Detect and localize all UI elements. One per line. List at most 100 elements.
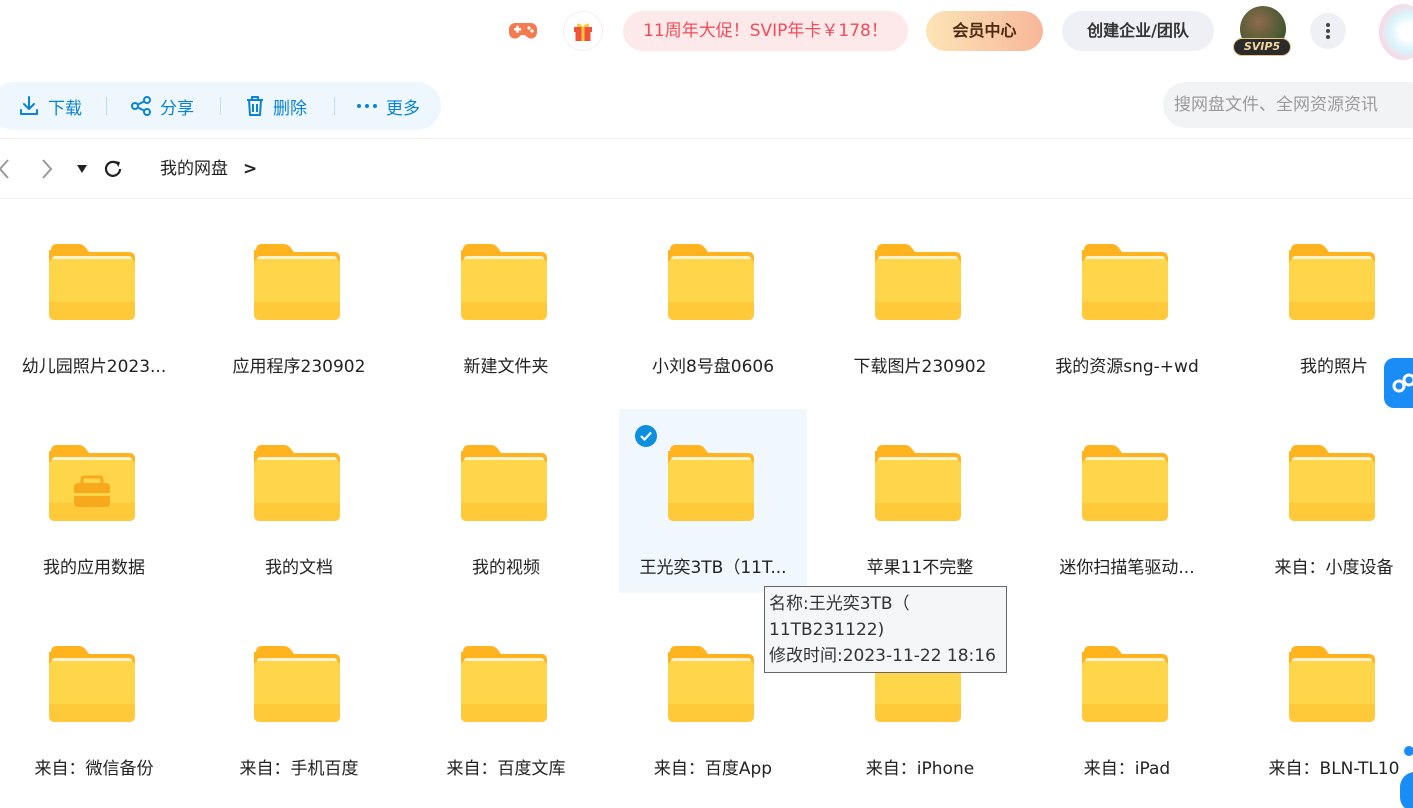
- folder-icon: [1082, 445, 1168, 521]
- gamepad-icon[interactable]: [503, 11, 543, 51]
- file-name: 我的资源sng-+wd: [1055, 357, 1199, 377]
- toolbar-divider: [220, 97, 221, 115]
- svip-badge: SVIP5: [1233, 38, 1291, 56]
- file-item[interactable]: 来自：手机百度: [205, 610, 393, 794]
- file-item[interactable]: 王光奕3TB（11T...: [619, 409, 807, 593]
- more-actions-label: 更多: [386, 98, 420, 119]
- folder-icon: [668, 646, 754, 722]
- folder-icon: [461, 646, 547, 722]
- folder-icon: [1289, 646, 1375, 722]
- divider: [0, 198, 1413, 199]
- folder-icon: [668, 244, 754, 320]
- folder-icon: [1082, 646, 1168, 722]
- file-tooltip: 名称:王光奕3TB（ 11TB231122) 修改时间:2023-11-22 1…: [764, 586, 1007, 673]
- file-item[interactable]: 幼儿园照片2023...: [0, 208, 188, 392]
- file-name: 应用程序230902: [232, 357, 366, 377]
- file-name: 来自：iPad: [1083, 759, 1171, 779]
- file-item[interactable]: 来自：微信备份: [0, 610, 188, 794]
- file-name: 来自：iPhone: [865, 759, 975, 779]
- breadcrumb-root[interactable]: 我的网盘: [160, 148, 228, 190]
- share-icon: [131, 96, 151, 116]
- action-toolbar: 下载 分享 删除 更多: [0, 82, 441, 130]
- folder-icon: [875, 244, 961, 320]
- help-bubble-button[interactable]: [1400, 772, 1413, 808]
- create-team-button[interactable]: 创建企业/团队: [1062, 11, 1214, 51]
- file-name: 来自：微信备份: [34, 759, 154, 779]
- file-name: 来自：小度设备: [1274, 558, 1394, 578]
- checkbox-checked-icon[interactable]: [635, 425, 657, 447]
- gift-icon[interactable]: [563, 11, 603, 51]
- file-item[interactable]: 我的文档: [205, 409, 393, 593]
- divider: [0, 138, 1413, 139]
- file-item[interactable]: 新建文件夹: [412, 208, 600, 392]
- file-item[interactable]: 小刘8号盘0606: [619, 208, 807, 392]
- notification-dot: [1404, 746, 1413, 756]
- file-item[interactable]: 来自：小度设备: [1240, 409, 1413, 593]
- file-name: 我的视频: [472, 558, 540, 578]
- file-name: 我的文档: [265, 558, 333, 578]
- file-item[interactable]: 迷你扫描笔驱动...: [1033, 409, 1221, 593]
- file-name: 我的应用数据: [43, 558, 145, 578]
- file-item[interactable]: 来自：百度文库: [412, 610, 600, 794]
- tooltip-name-continued: 11TB231122): [769, 620, 885, 640]
- file-item[interactable]: 我的视频: [412, 409, 600, 593]
- assistant-orb-icon[interactable]: [1378, 4, 1413, 60]
- netdisk-window: 11周年大促！SVIP年卡￥178！ 会员中心 创建企业/团队 SVIP5 下载…: [0, 0, 1413, 808]
- file-name: 下载图片230902: [853, 357, 987, 377]
- file-item[interactable]: 来自：iPad: [1033, 610, 1221, 794]
- file-name: 苹果11不完整: [866, 558, 974, 578]
- file-item[interactable]: 来自：BLN-TL10: [1240, 610, 1413, 794]
- horizontal-dots-icon: [357, 104, 377, 108]
- file-item[interactable]: 我的应用数据: [0, 409, 188, 593]
- vertical-dots-icon: [1326, 23, 1330, 39]
- back-arrow-icon[interactable]: [0, 148, 14, 190]
- dropdown-triangle-icon[interactable]: [74, 148, 90, 190]
- file-name: 幼儿园照片2023...: [21, 357, 167, 377]
- folder-icon: [49, 646, 135, 722]
- folder-icon: [254, 244, 340, 320]
- folder-icon: [1289, 244, 1375, 320]
- vip-center-button[interactable]: 会员中心: [926, 11, 1043, 51]
- breadcrumb-separator: >: [243, 159, 258, 179]
- file-name: 来自：手机百度: [239, 759, 359, 779]
- download-button[interactable]: 下载: [18, 82, 82, 130]
- folder-icon: [461, 244, 547, 320]
- file-item[interactable]: 我的资源sng-+wd: [1033, 208, 1221, 392]
- forward-arrow-icon[interactable]: [36, 148, 58, 190]
- download-icon: [20, 96, 38, 115]
- folder-icon: [875, 445, 961, 521]
- file-item[interactable]: 苹果11不完整: [826, 409, 1014, 593]
- file-item[interactable]: 下载图片230902: [826, 208, 1014, 392]
- folder-icon: [49, 244, 135, 320]
- folder-icon: [254, 445, 340, 521]
- file-name: 来自：百度文库: [446, 759, 566, 779]
- folder-icon: [1082, 244, 1168, 320]
- promo-banner[interactable]: 11周年大促！SVIP年卡￥178！: [623, 11, 908, 51]
- file-name: 小刘8号盘0606: [651, 357, 775, 377]
- file-name: 新建文件夹: [463, 357, 549, 377]
- floating-tool-button[interactable]: [1384, 358, 1413, 408]
- refresh-icon[interactable]: [100, 148, 126, 190]
- delete-button[interactable]: 删除: [245, 82, 307, 130]
- tooltip-modified-time: 修改时间:2023-11-22 18:16: [769, 646, 996, 666]
- file-name: 来自：BLN-TL10: [1268, 759, 1400, 779]
- file-item[interactable]: 应用程序230902: [205, 208, 393, 392]
- more-menu-button[interactable]: [1310, 13, 1346, 49]
- link-icon: [1392, 373, 1413, 393]
- folder-icon: [254, 646, 340, 722]
- toolbar-divider: [106, 97, 107, 115]
- folder-icon: [461, 445, 547, 521]
- file-name: 迷你扫描笔驱动...: [1059, 558, 1195, 578]
- trash-icon: [247, 96, 263, 116]
- search-input[interactable]: 搜网盘文件、全网资源资讯: [1163, 82, 1413, 128]
- navigation-bar: 我的网盘 >: [0, 148, 1413, 190]
- tooltip-name-line: 名称:王光奕3TB（: [769, 594, 910, 614]
- top-bar: 11周年大促！SVIP年卡￥178！ 会员中心 创建企业/团队 SVIP5: [0, 0, 1413, 64]
- download-label: 下载: [48, 98, 82, 119]
- toolbar-divider: [334, 97, 335, 115]
- more-actions-button[interactable]: 更多: [356, 82, 420, 130]
- share-button[interactable]: 分享: [130, 82, 194, 130]
- folder-icon: [668, 445, 754, 521]
- share-label: 分享: [160, 98, 194, 119]
- app-folder-icon: [49, 445, 135, 521]
